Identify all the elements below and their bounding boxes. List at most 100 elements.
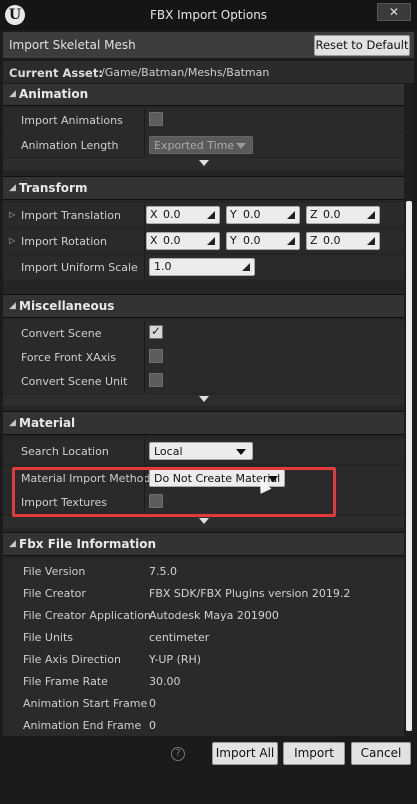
axis-label: X — [150, 208, 158, 221]
scrollbar-thumb[interactable] — [406, 201, 412, 731]
info-value: 0 — [149, 719, 156, 732]
details-panel: ◢ Animation Import Animations Animation … — [3, 84, 404, 736]
info-row: Animation Start Frame 0 — [3, 691, 404, 715]
column-splitter[interactable] — [144, 369, 145, 393]
reset-to-default-button[interactable]: Reset to Default — [314, 35, 410, 56]
property-row: ▷ Import Rotation X 0.0 Y 0.0 Z 0.0 — [3, 229, 404, 253]
spin-handle-icon[interactable] — [367, 211, 375, 219]
info-value: 7.5.0 — [149, 565, 177, 578]
column-splitter[interactable] — [144, 439, 145, 463]
column-splitter[interactable] — [144, 133, 145, 157]
column-splitter[interactable] — [144, 321, 145, 345]
rotation-y-field[interactable]: Y 0.0 — [226, 232, 300, 250]
property-row: Search Location Local — [3, 439, 404, 463]
spin-handle-icon[interactable] — [207, 237, 215, 245]
property-row: Convert Scene — [3, 321, 404, 345]
info-value: 30.00 — [149, 675, 181, 688]
info-value: 0 — [149, 697, 156, 710]
expand-right-icon[interactable]: ▷ — [9, 210, 15, 219]
info-value: Autodesk Maya 201900 — [149, 609, 279, 622]
category-transform[interactable]: ◢ Transform — [3, 176, 404, 200]
annotation-highlight-box — [12, 467, 336, 517]
property-row: Force Front XAxis — [3, 345, 404, 369]
rotation-z-field[interactable]: Z 0.0 — [306, 232, 380, 250]
current-asset-label: Current Asset: — [9, 66, 103, 80]
info-value: FBX SDK/FBX Plugins version 2019.2 — [149, 587, 351, 600]
collapse-arrow-icon: ◢ — [9, 183, 16, 193]
vertical-scrollbar[interactable] — [404, 84, 414, 736]
collapse-arrow-icon: ◢ — [9, 89, 16, 99]
column-splitter[interactable] — [144, 203, 145, 227]
category-fbx-file-information[interactable]: ◢ Fbx File Information — [3, 532, 404, 556]
info-row: Animation End Frame 0 — [3, 713, 404, 736]
cancel-button[interactable]: Cancel — [351, 742, 411, 765]
info-label: File Axis Direction — [23, 653, 121, 666]
info-label: File Version — [23, 565, 86, 578]
info-row: File Version 7.5.0 — [3, 559, 404, 583]
spin-handle-icon[interactable] — [207, 211, 215, 219]
expand-down-icon — [199, 396, 209, 402]
axis-label: Y — [230, 234, 237, 247]
rotation-x-field[interactable]: X 0.0 — [146, 232, 220, 250]
translation-z-value: 0.0 — [323, 208, 341, 221]
search-location-value: Local — [154, 445, 183, 458]
advanced-expander[interactable] — [3, 158, 404, 170]
info-label: File Frame Rate — [23, 675, 108, 688]
animation-length-value: Exported Time — [154, 139, 235, 152]
advanced-expander[interactable] — [3, 516, 404, 528]
category-animation[interactable]: ◢ Animation — [3, 84, 404, 106]
spin-handle-icon[interactable] — [287, 211, 295, 219]
translation-z-field[interactable]: Z 0.0 — [306, 206, 380, 224]
info-row: File Creator FBX SDK/FBX Plugins version… — [3, 581, 404, 605]
import-animations-label: Import Animations — [21, 114, 123, 127]
animation-length-dropdown[interactable]: Exported Time — [149, 136, 253, 154]
property-row: Import Uniform Scale 1.0 — [3, 255, 404, 279]
rotation-y-value: 0.0 — [243, 234, 261, 247]
rotation-z-value: 0.0 — [323, 234, 341, 247]
convert-scene-checkbox[interactable] — [149, 324, 163, 339]
import-rotation-label: Import Rotation — [21, 235, 108, 248]
chevron-down-icon — [236, 449, 246, 455]
spin-handle-icon[interactable] — [242, 263, 250, 271]
info-value: Y-UP (RH) — [149, 653, 202, 666]
current-asset-path: /Game/Batman/Meshs/Batman — [101, 66, 270, 79]
force-front-xaxis-checkbox[interactable] — [149, 349, 163, 363]
import-all-button[interactable]: Import All — [212, 742, 278, 765]
import-animations-checkbox[interactable] — [149, 112, 163, 126]
axis-label: Z — [310, 234, 318, 247]
convert-scene-unit-checkbox[interactable] — [149, 373, 163, 387]
info-label: Animation End Frame — [23, 719, 142, 732]
info-label: Animation Start Frame — [23, 697, 148, 710]
uniform-scale-field[interactable]: 1.0 — [149, 258, 255, 276]
column-splitter[interactable] — [144, 255, 145, 279]
column-splitter[interactable] — [144, 108, 145, 132]
column-splitter[interactable] — [144, 229, 145, 253]
column-splitter[interactable] — [144, 345, 145, 369]
spin-handle-icon[interactable] — [287, 237, 295, 245]
collapse-arrow-icon: ◢ — [9, 539, 16, 549]
info-row: File Axis Direction Y-UP (RH) — [3, 647, 404, 671]
advanced-expander[interactable] — [3, 394, 404, 406]
info-label: File Units — [23, 631, 74, 644]
search-location-dropdown[interactable]: Local — [149, 442, 253, 460]
property-row: Convert Scene Unit — [3, 369, 404, 393]
search-location-label: Search Location — [21, 445, 109, 458]
info-row: File Frame Rate 30.00 — [3, 669, 404, 693]
category-title: Animation — [19, 87, 89, 101]
close-button[interactable]: ✕ — [377, 3, 411, 21]
translation-y-field[interactable]: Y 0.0 — [226, 206, 300, 224]
rotation-x-value: 0.0 — [163, 234, 181, 247]
category-title: Material — [19, 416, 76, 430]
translation-y-value: 0.0 — [243, 208, 261, 221]
force-front-xaxis-label: Force Front XAxis — [21, 351, 116, 364]
info-row: File Creator Application Autodesk Maya 2… — [3, 603, 404, 627]
help-icon[interactable]: ? — [171, 747, 185, 761]
axis-label: Y — [230, 208, 237, 221]
import-button[interactable]: Import — [283, 742, 345, 765]
translation-x-field[interactable]: X 0.0 — [146, 206, 220, 224]
spin-handle-icon[interactable] — [367, 237, 375, 245]
expand-right-icon[interactable]: ▷ — [9, 236, 15, 245]
axis-label: X — [150, 234, 158, 247]
category-miscellaneous[interactable]: ◢ Miscellaneous — [3, 294, 404, 318]
category-material[interactable]: ◢ Material — [3, 411, 404, 435]
